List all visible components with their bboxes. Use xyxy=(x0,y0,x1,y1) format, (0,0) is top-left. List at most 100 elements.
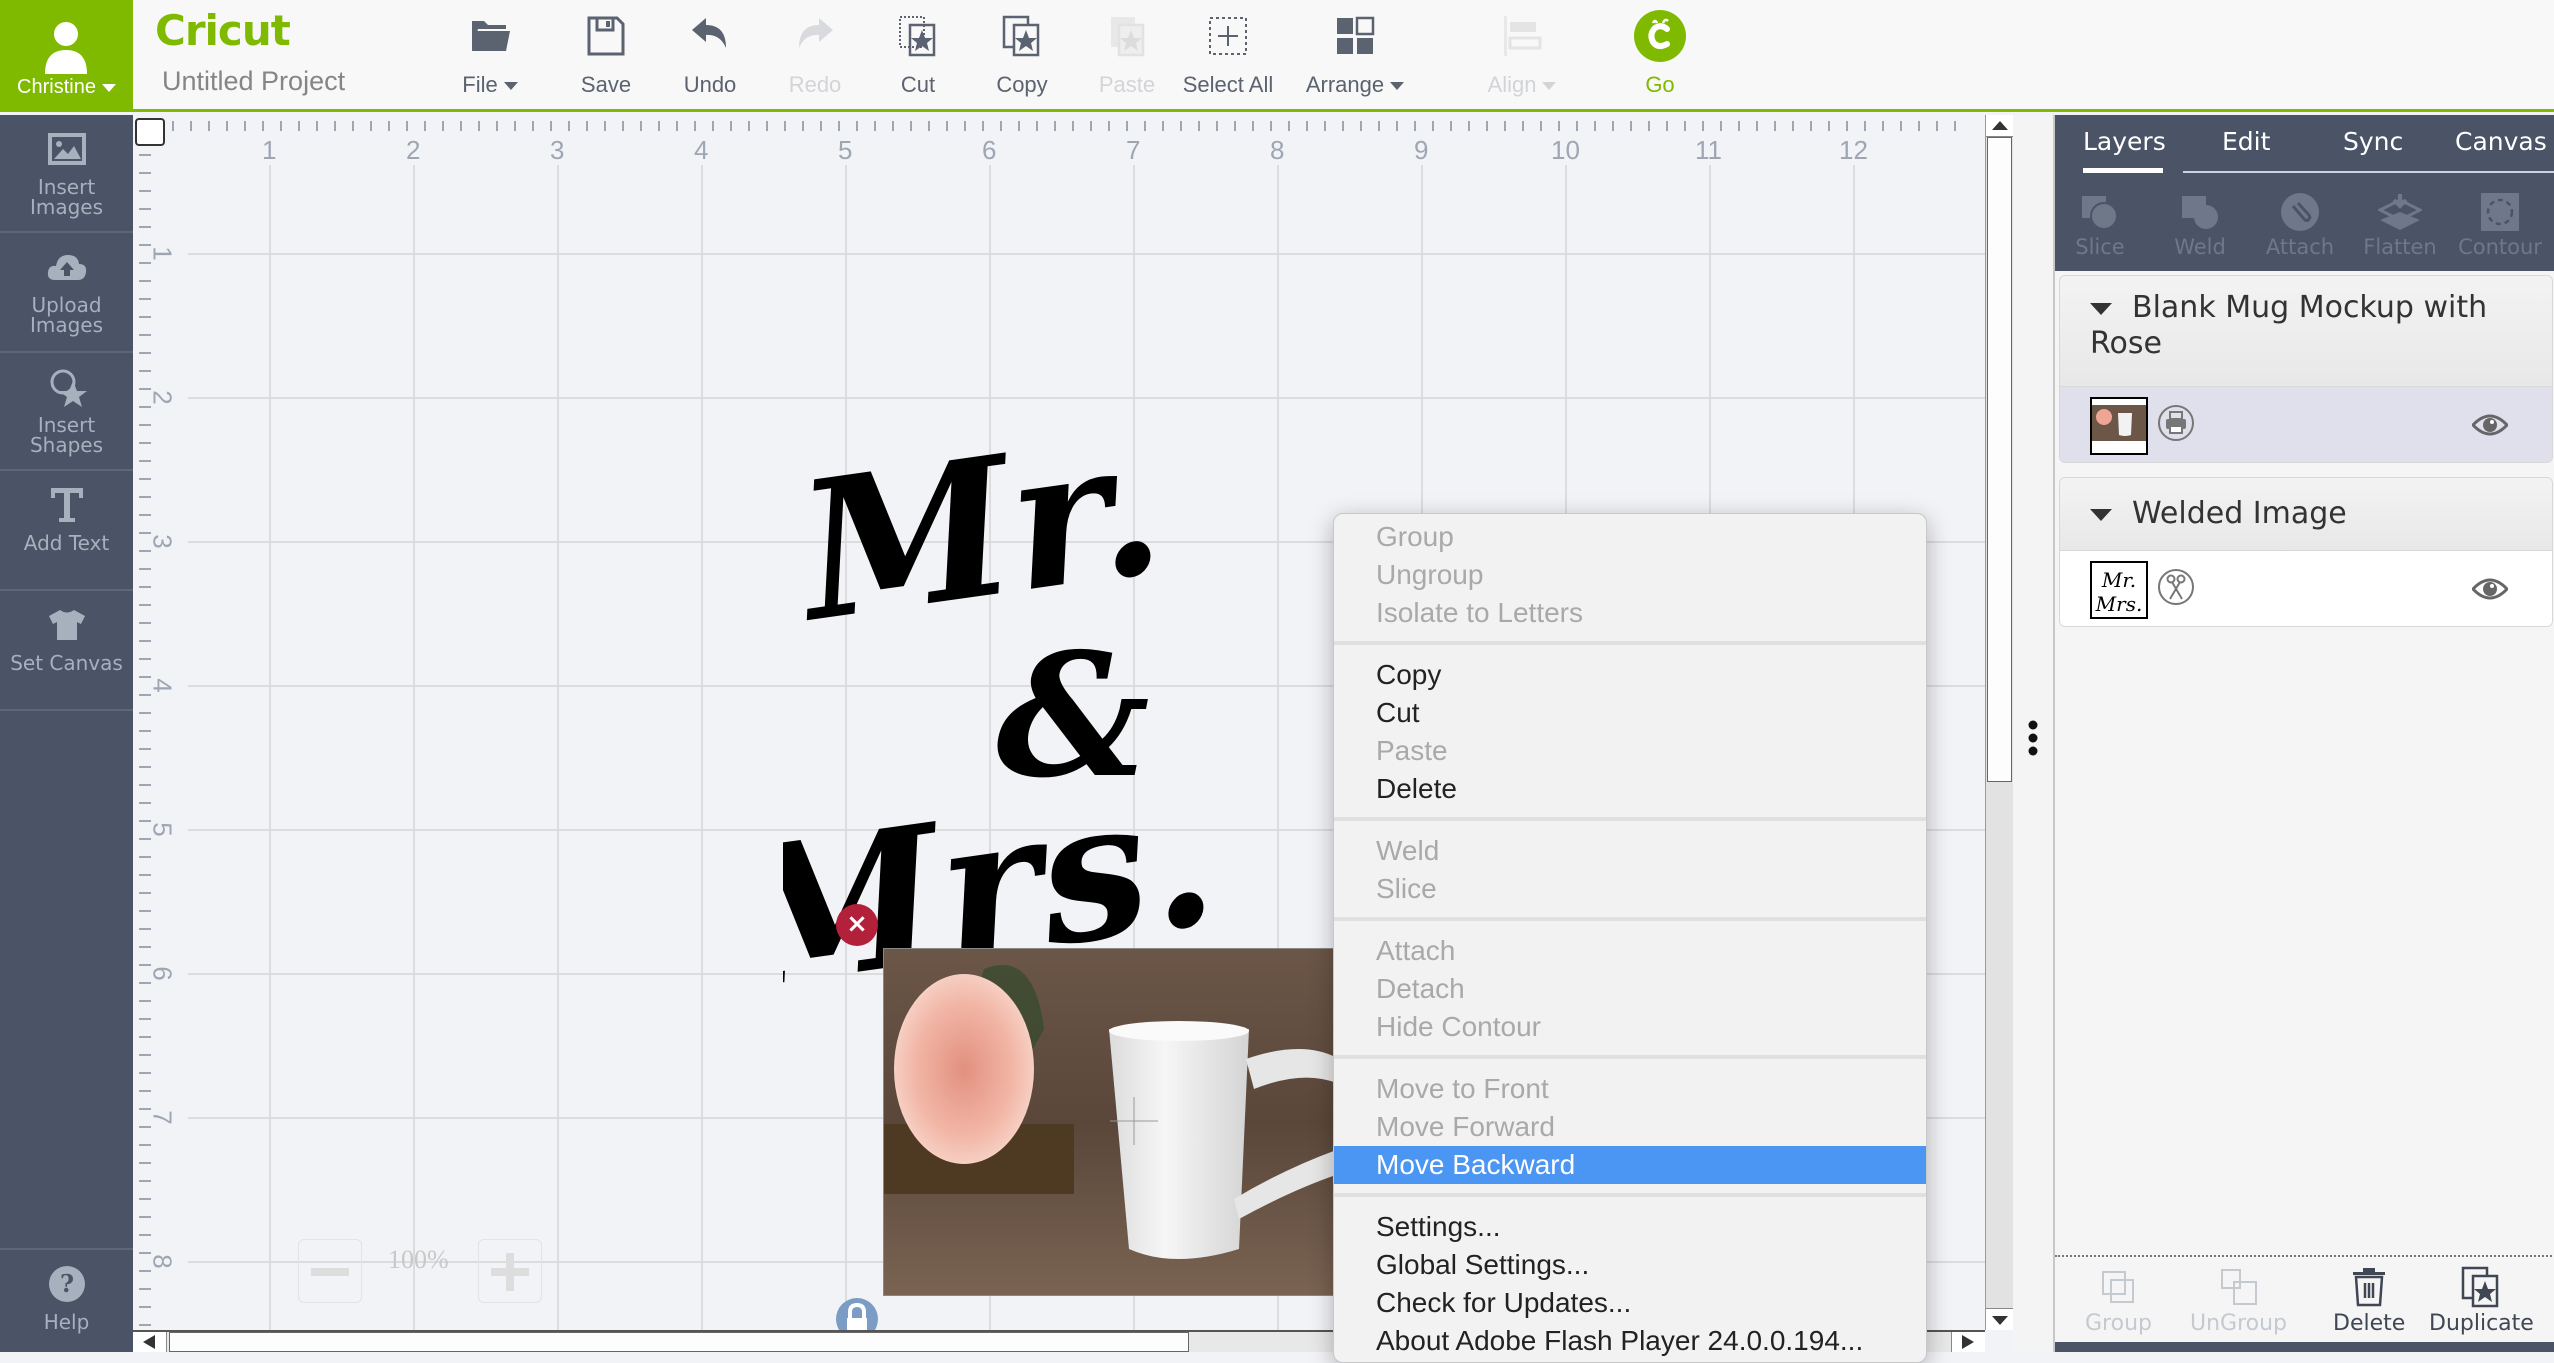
scroll-thumb[interactable] xyxy=(1987,137,2012,782)
copy-button[interactable]: Copy xyxy=(967,10,1077,100)
weld-button[interactable]: Weld xyxy=(2155,189,2245,259)
select-all-button[interactable]: Select All xyxy=(1173,10,1283,100)
svg-text:Mrs.: Mrs. xyxy=(2095,592,2143,616)
scroll-down-arrow[interactable] xyxy=(1986,1308,2013,1330)
layer-group-blank-mug[interactable]: Blank Mug Mockup with Rose xyxy=(2059,275,2553,463)
menu-item-ungroup[interactable]: Ungroup xyxy=(1334,556,1926,594)
scroll-up-arrow[interactable] xyxy=(1986,115,2013,137)
arrange-icon xyxy=(1337,16,1375,54)
visibility-eye-icon[interactable] xyxy=(2472,577,2508,601)
attach-button[interactable]: Attach xyxy=(2255,189,2345,259)
menu-item-global-settings[interactable]: Global Settings... xyxy=(1334,1246,1926,1284)
print-then-cut-icon[interactable] xyxy=(2158,405,2194,441)
ungroup-button[interactable]: UnGroup xyxy=(2190,1263,2287,1336)
vertical-scrollbar[interactable] xyxy=(1985,115,2013,1330)
cut-operation-icon[interactable] xyxy=(2158,569,2194,605)
menu-item-settings[interactable]: Settings... xyxy=(1334,1208,1926,1246)
toolbar-label-text: Undo xyxy=(683,72,737,97)
menu-separator xyxy=(1334,808,1926,832)
chevron-down-icon xyxy=(503,82,518,91)
slice-icon xyxy=(2082,196,2118,230)
toolbar-label-text: Arrange xyxy=(1305,72,1385,97)
toolbar-icon-wrap xyxy=(1467,10,1577,62)
menu-item-move-to-front[interactable]: Move to Front xyxy=(1334,1070,1926,1108)
menu-item-attach[interactable]: Attach xyxy=(1334,932,1926,970)
sidebar-item-insert-images[interactable]: Insert Images xyxy=(0,115,133,233)
scroll-thumb[interactable] xyxy=(169,1332,1189,1352)
visibility-eye-icon[interactable] xyxy=(2472,413,2508,437)
zoom-out-button[interactable] xyxy=(298,1239,362,1303)
menu-item-isolate-to-letters[interactable]: Isolate to Letters xyxy=(1334,594,1926,632)
align-button[interactable]: Align xyxy=(1467,10,1577,100)
tab-edit[interactable]: Edit xyxy=(2222,127,2270,156)
contour-icon xyxy=(2481,193,2519,231)
arrange-button[interactable]: Arrange xyxy=(1300,10,1410,100)
menu-item-move-forward[interactable]: Move Forward xyxy=(1334,1108,1926,1146)
flatten-button[interactable]: Flatten xyxy=(2355,189,2445,259)
sidebar-label: Insert Images xyxy=(29,175,104,219)
tab-canvas[interactable]: Canvas xyxy=(2455,127,2547,156)
menu-item-hide-contour[interactable]: Hide Contour xyxy=(1334,1008,1926,1046)
toolbar-label-text: Align xyxy=(1487,72,1537,97)
user-menu[interactable]: Christine xyxy=(0,0,133,112)
sidebar-item-insert-shapes[interactable]: Insert Shapes xyxy=(0,353,133,471)
toolbar-icon-wrap xyxy=(551,10,661,62)
menu-item-delete[interactable]: Delete xyxy=(1334,770,1926,808)
group-button[interactable]: Group xyxy=(2085,1263,2152,1336)
file-button[interactable]: File xyxy=(435,10,545,100)
mug-photo xyxy=(884,949,1337,1295)
zoom-in-button[interactable] xyxy=(478,1239,542,1303)
sidebar-item-help[interactable]: ? Help xyxy=(0,1248,133,1352)
mug-mockup-image[interactable] xyxy=(883,948,1338,1296)
save-button[interactable]: Save xyxy=(551,10,661,100)
duplicate-button[interactable]: Duplicate xyxy=(2429,1263,2534,1336)
ungroup-icon xyxy=(2220,1269,2257,1305)
scroll-left-arrow[interactable] xyxy=(133,1332,167,1352)
contour-button[interactable]: Contour xyxy=(2455,189,2545,259)
lock-aspect-button[interactable] xyxy=(836,1298,878,1330)
delete-selection-button[interactable]: × xyxy=(836,904,878,946)
project-title[interactable]: Untitled Project xyxy=(162,66,345,97)
cut-button[interactable]: Cut xyxy=(863,10,973,100)
menu-item-check-for-updates[interactable]: Check for Updates... xyxy=(1334,1284,1926,1322)
sidebar-item-add-text[interactable]: Add Text xyxy=(0,471,133,591)
menu-item-move-backward[interactable]: Move Backward xyxy=(1334,1146,1926,1184)
undo-button[interactable]: Undo xyxy=(655,10,765,100)
panel-footer xyxy=(2055,1342,2554,1352)
menu-item-copy[interactable]: Copy xyxy=(1334,656,1926,694)
ruler-label-x: 7 xyxy=(1126,135,1141,165)
scroll-right-arrow[interactable] xyxy=(1951,1332,1985,1352)
ruler-corner[interactable] xyxy=(135,118,165,146)
tool-label: Contour xyxy=(2458,235,2542,259)
collapse-triangle-icon[interactable] xyxy=(2090,302,2112,315)
toolbar-icon-wrap xyxy=(1173,10,1283,62)
layer-group-welded-image[interactable]: Welded Image Mr. Mrs. xyxy=(2059,477,2553,627)
slice-button[interactable]: Slice xyxy=(2055,189,2145,259)
menu-item-paste[interactable]: Paste xyxy=(1334,732,1926,770)
tab-sync[interactable]: Sync xyxy=(2343,127,2403,156)
layer-row[interactable]: Mr. Mrs. xyxy=(2060,550,2552,626)
menu-item-about-adobe-flash-player-24-0-0-194[interactable]: About Adobe Flash Player 24.0.0.194... xyxy=(1334,1322,1926,1360)
layer-row[interactable] xyxy=(2060,386,2552,462)
ruler-label-x: 6 xyxy=(982,135,997,165)
menu-item-slice[interactable]: Slice xyxy=(1334,870,1926,908)
menu-item-cut[interactable]: Cut xyxy=(1334,694,1926,732)
sidebar-item-set-canvas[interactable]: Set Canvas xyxy=(0,591,133,711)
collapse-triangle-icon[interactable] xyxy=(2090,508,2112,521)
toolbar-label-text: Paste xyxy=(1098,72,1156,97)
go-button[interactable]: Go xyxy=(1605,10,1715,100)
menu-separator xyxy=(1334,632,1926,656)
paste-button[interactable]: Paste xyxy=(1072,10,1182,100)
weld-icon xyxy=(2182,196,2218,229)
sidebar-item-upload-images[interactable]: Upload Images xyxy=(0,233,133,353)
layer-group-title: Blank Mug Mockup with Rose xyxy=(2090,290,2488,361)
ruler-label-x: 4 xyxy=(694,135,709,165)
tab-layers[interactable]: Layers xyxy=(2083,127,2166,156)
menu-item-detach[interactable]: Detach xyxy=(1334,970,1926,1008)
menu-item-group[interactable]: Group xyxy=(1334,518,1926,556)
toolbar-icon-wrap xyxy=(1300,10,1410,62)
delete-button[interactable]: Delete xyxy=(2333,1263,2405,1336)
menu-item-weld[interactable]: Weld xyxy=(1334,832,1926,870)
panel-splitter[interactable] xyxy=(2013,115,2053,1352)
redo-button[interactable]: Redo xyxy=(760,10,870,100)
